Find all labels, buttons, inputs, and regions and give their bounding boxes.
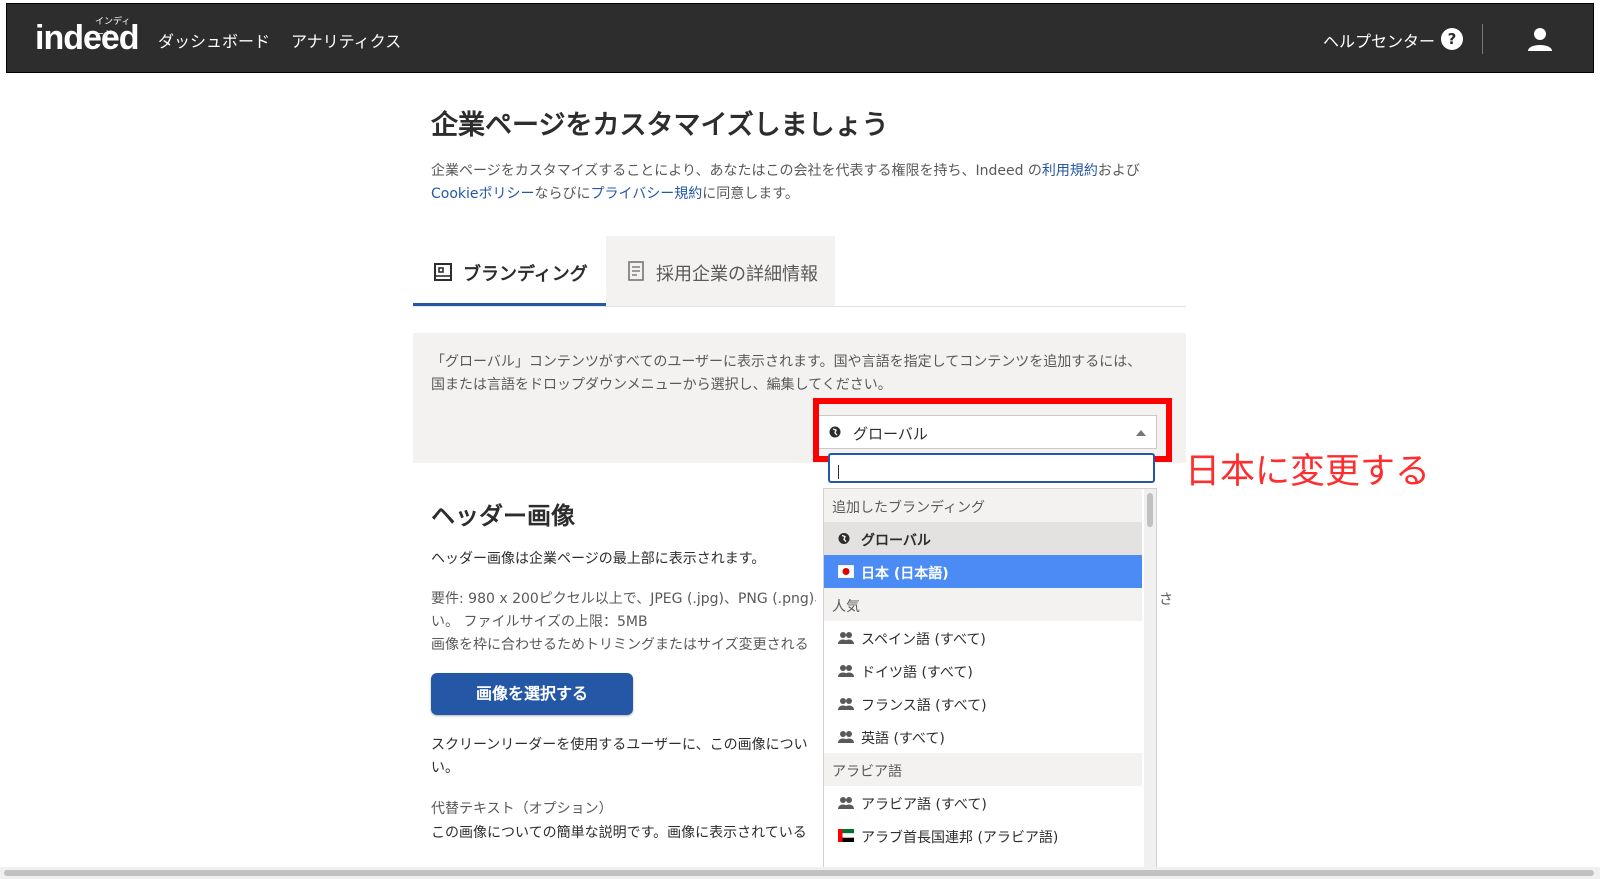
- question-icon[interactable]: ?: [1441, 28, 1463, 50]
- people-icon: [838, 698, 854, 710]
- page-title: 企業ページをカスタマイズしましょう: [431, 110, 889, 141]
- dropdown-scroll-thumb[interactable]: [1147, 493, 1153, 527]
- group-label: 追加したブランディング: [832, 500, 986, 516]
- user-icon[interactable]: [1527, 26, 1553, 52]
- tab-branding-label: ブランディング: [463, 264, 588, 285]
- tab-branding[interactable]: ブランディング: [413, 236, 606, 306]
- intro-part2: および: [1097, 163, 1140, 179]
- locale-info-text: 「グローバル」コンテンツがすべてのユーザーに表示されます。国や言語を指定してコン…: [431, 354, 1142, 393]
- option-label: ドイツ語 (すべて): [861, 665, 973, 681]
- screen-reader-text: スクリーンリーダーを使用するユーザーに、この画像につい い。: [431, 734, 816, 780]
- option-label: アラブ首長国連邦 (アラビア語): [861, 830, 1059, 846]
- caret-up-icon: [1136, 430, 1146, 436]
- option-label: 英語 (すべて): [861, 731, 945, 747]
- sr-line1: スクリーンリーダーを使用するユーザーに、この画像につい: [431, 737, 808, 753]
- text-cursor: [838, 465, 839, 479]
- people-icon: [838, 632, 854, 644]
- terms-link[interactable]: 利用規約: [1042, 163, 1098, 179]
- requirements-text: 要件: 980 x 200ピクセル以上で、JPEG (.jpg)、PNG (.p…: [431, 588, 816, 657]
- locale-select[interactable]: グローバル: [816, 415, 1157, 449]
- top-nav-bar: インディード indeed ダッシュボード アナリティクス ヘルプセンター ?: [6, 3, 1594, 73]
- uae-flag-icon: [838, 829, 854, 842]
- dropdown-group-arabic: アラビア語: [824, 753, 1142, 786]
- req-line1: 要件: 980 x 200ピクセル以上で、JPEG (.jpg)、PNG (.p…: [431, 591, 816, 607]
- option-label: スペイン語 (すべて): [861, 632, 986, 648]
- tab-employer-details-label: 採用企業の詳細情報: [656, 264, 818, 285]
- locale-select-value: グローバル: [853, 425, 928, 443]
- select-image-button[interactable]: 画像を選択する: [431, 673, 633, 715]
- option-german[interactable]: ドイツ語 (すべて): [824, 654, 1142, 687]
- building-icon: [434, 263, 452, 281]
- header-image-heading: ヘッダー画像: [431, 502, 575, 530]
- locale-search-input[interactable]: [828, 453, 1155, 483]
- tab-employer-details[interactable]: 採用企業の詳細情報: [606, 236, 835, 306]
- dropdown-group-popular: 人気: [824, 588, 1142, 621]
- option-label: 日本 (日本語): [861, 566, 949, 582]
- group-label: 人気: [832, 599, 860, 615]
- nav-dashboard[interactable]: ダッシュボード: [158, 28, 270, 52]
- globe-icon: [829, 426, 841, 438]
- help-center-link[interactable]: ヘルプセンター: [1323, 28, 1435, 52]
- alt-text-desc: この画像についての簡単な説明です。画像に表示されている: [431, 825, 807, 841]
- dropdown-group-added: 追加したブランディング: [824, 489, 1142, 522]
- option-label: フランス語 (すべて): [861, 698, 987, 714]
- annotation-text: 日本に変更する: [1185, 452, 1431, 492]
- option-spanish[interactable]: スペイン語 (すべて): [824, 621, 1142, 654]
- intro-part4: に同意します。: [702, 186, 799, 202]
- group-label: アラビア語: [832, 764, 902, 780]
- option-label: アラビア語 (すべて): [861, 797, 987, 813]
- option-french[interactable]: フランス語 (すべて): [824, 687, 1142, 720]
- document-icon: [628, 261, 644, 281]
- cookie-policy-link[interactable]: Cookieポリシー: [431, 186, 535, 202]
- locale-dropdown: 追加したブランディング グローバル 日本 (日本語) 人気 スペイン語 (すべて…: [823, 488, 1157, 868]
- dropdown-scrollbar[interactable]: [1144, 489, 1156, 867]
- option-japan[interactable]: 日本 (日本語): [824, 555, 1142, 588]
- option-global[interactable]: グローバル: [824, 522, 1142, 555]
- req-line1-tail: さ: [1159, 592, 1173, 608]
- privacy-link[interactable]: プライバシー規約: [591, 186, 703, 202]
- alt-text-label: 代替テキスト（オプション）: [431, 801, 613, 817]
- header-divider: [1482, 24, 1483, 54]
- header-image-desc: ヘッダー画像は企業ページの最上部に表示されます。: [431, 551, 766, 567]
- logo-word: indeed: [35, 19, 140, 57]
- globe-icon: [838, 533, 850, 544]
- nav-analytics[interactable]: アナリティクス: [291, 28, 401, 52]
- option-uae[interactable]: アラブ首長国連邦 (アラビア語): [824, 819, 1142, 852]
- intro-part1: 企業ページをカスタマイズすることにより、あなたはこの会社を代表する権限を持ち、I…: [431, 163, 1042, 179]
- japan-flag-icon: [838, 565, 854, 578]
- req-line3: 画像を枠に合わせるためトリミングまたはサイズ変更される: [431, 637, 809, 653]
- tab-bar: ブランディング 採用企業の詳細情報: [413, 236, 1186, 307]
- people-icon: [838, 731, 854, 743]
- people-icon: [838, 665, 854, 677]
- intro-text: 企業ページをカスタマイズすることにより、あなたはこの会社を代表する権限を持ち、I…: [431, 160, 1171, 206]
- option-arabic-all[interactable]: アラビア語 (すべて): [824, 786, 1142, 819]
- page-scroll-thumb[interactable]: [4, 870, 1594, 876]
- page-horizontal-scrollbar[interactable]: [0, 867, 1600, 879]
- people-icon: [838, 797, 854, 809]
- req-line2: い。 ファイルサイズの上限：5MB: [431, 614, 648, 630]
- intro-part3: ならびに: [534, 186, 591, 202]
- option-english[interactable]: 英語 (すべて): [824, 720, 1142, 753]
- option-label: グローバル: [861, 533, 931, 549]
- indeed-logo[interactable]: インディード indeed: [35, 17, 140, 58]
- sr-line2: い。: [431, 760, 459, 776]
